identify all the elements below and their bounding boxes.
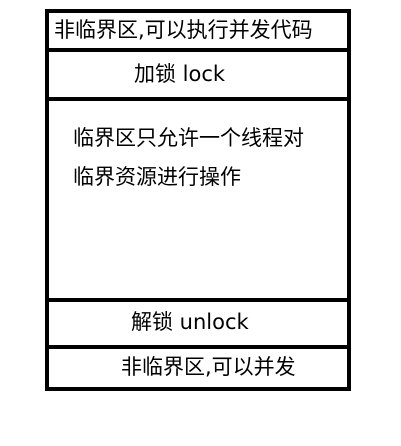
non-critical-section-top-label: 非临界区,可以执行并发代码 xyxy=(54,18,313,42)
separator-top xyxy=(49,48,347,52)
critical-section-line-2: 临界资源进行操作 xyxy=(73,165,241,189)
non-critical-section-bottom-label: 非临界区,可以并发 xyxy=(121,355,296,379)
critical-section-line-1: 临界区只允许一个线程对 xyxy=(73,126,304,150)
lock-label: 加锁 lock xyxy=(134,62,226,86)
separator-unlock xyxy=(49,345,347,349)
separator-lock xyxy=(49,97,347,101)
critical-section-diagram: 非临界区,可以执行并发代码 加锁 lock 临界区只允许一个线程对 临界资源进行… xyxy=(45,9,351,391)
unlock-label: 解锁 unlock xyxy=(131,310,249,334)
separator-critical xyxy=(49,298,347,302)
